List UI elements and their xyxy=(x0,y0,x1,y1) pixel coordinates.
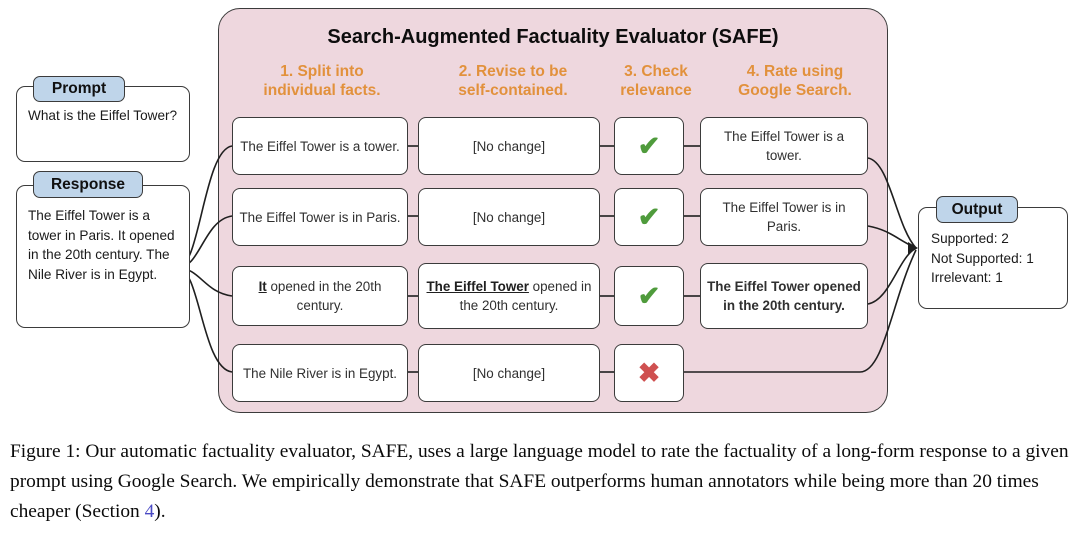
rating-box-3-text: The Eiffel Tower opened in the 20th cent… xyxy=(707,279,861,313)
step-header-4-line1: 4. Rate using xyxy=(746,63,844,80)
output-badge: Output xyxy=(936,196,1018,223)
response-card: The Eiffel Tower is a tower in Paris. It… xyxy=(16,185,190,328)
rating-box-2[interactable]: The Eiffel Tower is in Paris. xyxy=(700,188,868,246)
rating-box-3[interactable]: The Eiffel Tower opened in the 20th cent… xyxy=(700,263,868,329)
step-header-3: 3. Check relevance xyxy=(604,62,708,100)
rating-box-2-text: The Eiffel Tower is in Paris. xyxy=(722,200,846,234)
revised-box-2-text: [No change] xyxy=(472,209,546,225)
rating-box-1-text: The Eiffel Tower is a tower. xyxy=(723,129,845,163)
fact-box-4[interactable]: The Nile River is in Egypt. xyxy=(232,344,408,402)
step-header-1-line2: individual facts. xyxy=(263,82,381,99)
prompt-badge: Prompt xyxy=(33,76,125,102)
revised-box-3-text: The Eiffel Tower opened in the 20th cent… xyxy=(419,277,599,315)
fact-box-2-text: The Eiffel Tower is in Paris. xyxy=(239,209,401,225)
caption-part1: Figure 1: Our automatic factuality evalu… xyxy=(10,441,1069,522)
step-header-2-line1: 2. Revise to be xyxy=(458,63,568,80)
fact-box-4-text: The Nile River is in Egypt. xyxy=(242,365,398,381)
step-header-1-line1: 1. Split into xyxy=(280,63,364,80)
step-header-4-line2: Google Search. xyxy=(738,82,852,99)
figure-stage: Search-Augmented Factuality Evaluator (S… xyxy=(0,0,1080,540)
output-line-not-supported: Not Supported: 1 xyxy=(931,250,1034,266)
figure-caption: Figure 1: Our automatic factuality evalu… xyxy=(10,437,1072,527)
rating-box-1[interactable]: The Eiffel Tower is a tower. xyxy=(700,117,868,175)
step-header-4: 4. Rate using Google Search. xyxy=(706,62,884,100)
fact-box-3-underlined: It xyxy=(258,279,267,294)
output-line-irrelevant: Irrelevant: 1 xyxy=(931,270,1003,285)
step-header-1: 1. Split into individual facts. xyxy=(234,62,410,100)
fact-box-3[interactable]: It opened in the 20th century. xyxy=(232,266,408,326)
revised-box-1[interactable]: [No change] xyxy=(418,117,600,175)
check-icon: ✔ xyxy=(637,280,661,311)
cross-icon: ✖ xyxy=(637,357,661,388)
output-line-supported: Supported: 2 xyxy=(931,231,1009,246)
relevance-box-1[interactable]: ✔ xyxy=(614,117,684,175)
step-header-3-line1: 3. Check xyxy=(624,63,688,80)
relevance-box-4[interactable]: ✖ xyxy=(614,344,684,402)
caption-section-ref[interactable]: 4 xyxy=(145,501,155,522)
fact-box-1-text: The Eiffel Tower is a tower. xyxy=(240,138,400,154)
relevance-box-3[interactable]: ✔ xyxy=(614,266,684,326)
step-header-3-line2: relevance xyxy=(620,82,692,99)
response-text: The Eiffel Tower is a tower in Paris. It… xyxy=(28,208,175,282)
check-icon: ✔ xyxy=(637,130,661,161)
response-badge: Response xyxy=(33,171,143,198)
revised-box-4-text: [No change] xyxy=(472,365,546,381)
step-header-2-line2: self-contained. xyxy=(458,82,568,99)
revised-box-1-text: [No change] xyxy=(472,138,546,154)
fact-box-3-rest: opened in the 20th century. xyxy=(266,279,382,313)
revised-box-2[interactable]: [No change] xyxy=(418,188,600,246)
fact-box-2[interactable]: The Eiffel Tower is in Paris. xyxy=(232,188,408,246)
revised-box-3-underlined: The Eiffel Tower xyxy=(426,279,529,294)
fact-box-3-text: It opened in the 20th century. xyxy=(233,277,407,315)
safe-panel-title: Search-Augmented Factuality Evaluator (S… xyxy=(327,26,779,48)
step-header-2: 2. Revise to be self-contained. xyxy=(422,62,604,100)
caption-part2: ). xyxy=(154,501,166,522)
fact-box-1[interactable]: The Eiffel Tower is a tower. xyxy=(232,117,408,175)
revised-box-3[interactable]: The Eiffel Tower opened in the 20th cent… xyxy=(418,263,600,329)
relevance-box-2[interactable]: ✔ xyxy=(614,188,684,246)
check-icon: ✔ xyxy=(637,201,661,232)
revised-box-4[interactable]: [No change] xyxy=(418,344,600,402)
